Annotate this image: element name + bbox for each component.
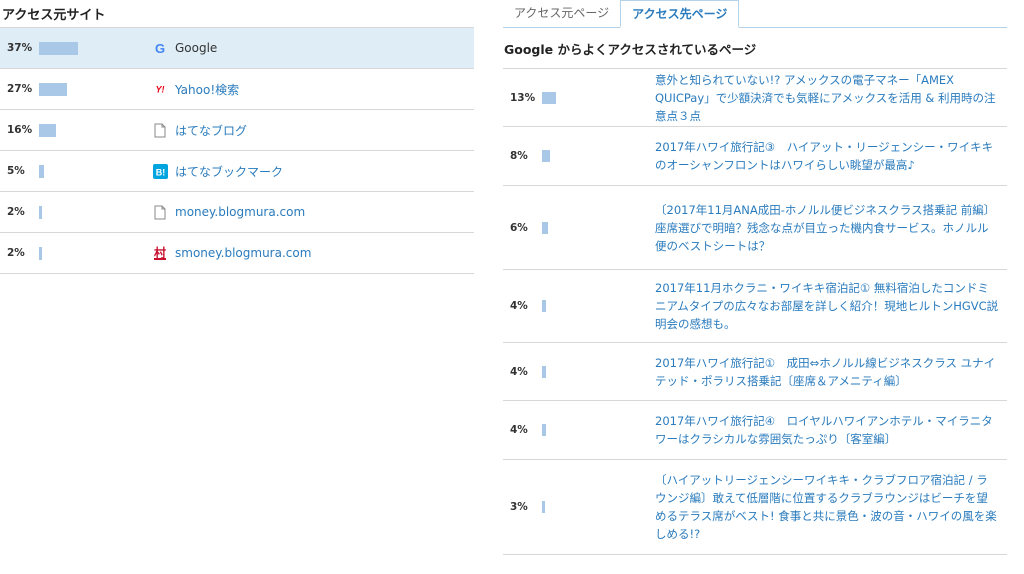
page-row[interactable]: 8% 2017年ハワイ旅行記③ ハイアット・リージェンシー・ワイキキのオーシャン…: [503, 127, 1007, 186]
page-percentage: 4%: [510, 365, 528, 378]
access-source-sites-panel: アクセス元サイト 37% G Google 27% Y! Yahoo!検索 16…: [0, 0, 474, 274]
site-percentage: 16%: [7, 124, 33, 136]
site-name[interactable]: smoney.blogmura.com: [175, 246, 311, 260]
site-row-smoney-blogmura[interactable]: 2% 村 smoney.blogmura.com: [0, 233, 474, 274]
page-percentage: 4%: [510, 424, 528, 436]
svg-text:G: G: [155, 41, 165, 55]
site-bar: [39, 247, 42, 260]
site-row-google[interactable]: 37% G Google: [0, 28, 474, 69]
site-bar: [39, 206, 42, 219]
site-percentage: 37%: [7, 42, 33, 54]
site-bar: [39, 42, 78, 55]
page-percentage: 3%: [510, 501, 528, 513]
page-percentage: 4%: [510, 300, 528, 312]
site-bar: [39, 165, 44, 178]
page-link[interactable]: 2017年ハワイ旅行記③ ハイアット・リージェンシー・ワイキキのオーシャンフロン…: [655, 138, 999, 174]
page-icon: [152, 204, 168, 220]
site-bar: [39, 83, 67, 96]
page-row[interactable]: 3% 〔ハイアットリージェンシーワイキキ・クラブフロア宿泊記 / ラウンジ編〕敢…: [503, 460, 1007, 555]
panel-title: アクセス元サイト: [2, 8, 106, 23]
page-bar: [542, 501, 545, 513]
page-bar: [542, 150, 550, 162]
google-icon: G: [152, 40, 168, 56]
page-bar: [542, 300, 546, 312]
tab-access-source-pages[interactable]: アクセス元ページ: [503, 0, 620, 27]
site-name[interactable]: money.blogmura.com: [175, 205, 305, 219]
page-row[interactable]: 6% 〔2017年11月ANA成田-ホノルル便ビジネスクラス搭乗記 前編〕 座席…: [503, 186, 1007, 270]
page-table: 13% 意外と知られていない!? アメックスの電子マネー「AMEX QUICPa…: [503, 68, 1007, 555]
svg-text:B!: B!: [155, 167, 165, 177]
site-name: Google: [175, 41, 218, 55]
site-row-money-blogmura[interactable]: 2% money.blogmura.com: [0, 192, 474, 233]
access-destination-panel: アクセス元ページ アクセス先ページ Google からよくアクセスされているペー…: [503, 0, 1007, 555]
yahoo-icon: Y!: [152, 81, 168, 97]
hatena-bookmark-icon: B!: [152, 163, 168, 179]
page-link[interactable]: 2017年ハワイ旅行記① 成田⇔ホノルル線ビジネスクラス ユナイテッド・ポラリス…: [655, 354, 999, 390]
site-percentage: 27%: [7, 83, 33, 95]
page-percentage: 8%: [510, 150, 528, 162]
site-percentage: 5%: [7, 165, 25, 177]
page-percentage: 6%: [510, 221, 528, 234]
page-link[interactable]: 2017年ハワイ旅行記④ ロイヤルハワイアンホテル・マイラニタワーはクラシカルな…: [655, 412, 999, 448]
section-subtitle: Google からよくアクセスされているページ: [504, 42, 757, 57]
page-link[interactable]: 2017年11月ホクラニ・ワイキキ宿泊記① 無料宿泊したコンドミニアムタイプの広…: [655, 279, 999, 333]
site-name[interactable]: はてなブックマーク: [175, 163, 283, 180]
page-row[interactable]: 4% 2017年ハワイ旅行記① 成田⇔ホノルル線ビジネスクラス ユナイテッド・ポ…: [503, 343, 1007, 401]
page-bar: [542, 91, 556, 104]
site-table: 37% G Google 27% Y! Yahoo!検索 16% はてなブログ …: [0, 27, 474, 274]
page-link[interactable]: 〔ハイアットリージェンシーワイキキ・クラブフロア宿泊記 / ラウンジ編〕敢えて低…: [655, 471, 999, 543]
page-link[interactable]: 〔2017年11月ANA成田-ホノルル便ビジネスクラス搭乗記 前編〕 座席選びで…: [655, 201, 999, 255]
site-row-hatena-bookmark[interactable]: 5% B! はてなブックマーク: [0, 151, 474, 192]
page-row[interactable]: 4% 2017年ハワイ旅行記④ ロイヤルハワイアンホテル・マイラニタワーはクラシ…: [503, 401, 1007, 460]
site-name[interactable]: Yahoo!検索: [175, 81, 239, 98]
page-bar: [542, 365, 546, 378]
page-bar: [542, 221, 548, 234]
page-link[interactable]: 意外と知られていない!? アメックスの電子マネー「AMEX QUICPay」で少…: [655, 71, 999, 125]
blogmura-icon: 村: [152, 245, 168, 261]
site-name[interactable]: はてなブログ: [175, 122, 247, 139]
page-bar: [542, 424, 546, 436]
site-row-yahoo[interactable]: 27% Y! Yahoo!検索: [0, 69, 474, 110]
svg-text:Y!: Y!: [156, 85, 165, 95]
site-row-hatena-blog[interactable]: 16% はてなブログ: [0, 110, 474, 151]
tab-bar: アクセス元ページ アクセス先ページ: [503, 0, 1007, 28]
page-row[interactable]: 13% 意外と知られていない!? アメックスの電子マネー「AMEX QUICPa…: [503, 69, 1007, 127]
site-bar: [39, 124, 56, 137]
site-percentage: 2%: [7, 206, 25, 218]
svg-text:村: 村: [154, 245, 166, 260]
page-icon: [152, 122, 168, 138]
site-percentage: 2%: [7, 247, 25, 259]
page-percentage: 13%: [510, 91, 536, 104]
page-row[interactable]: 4% 2017年11月ホクラニ・ワイキキ宿泊記① 無料宿泊したコンドミニアムタイ…: [503, 270, 1007, 343]
tab-access-destination-pages[interactable]: アクセス先ページ: [620, 0, 740, 28]
